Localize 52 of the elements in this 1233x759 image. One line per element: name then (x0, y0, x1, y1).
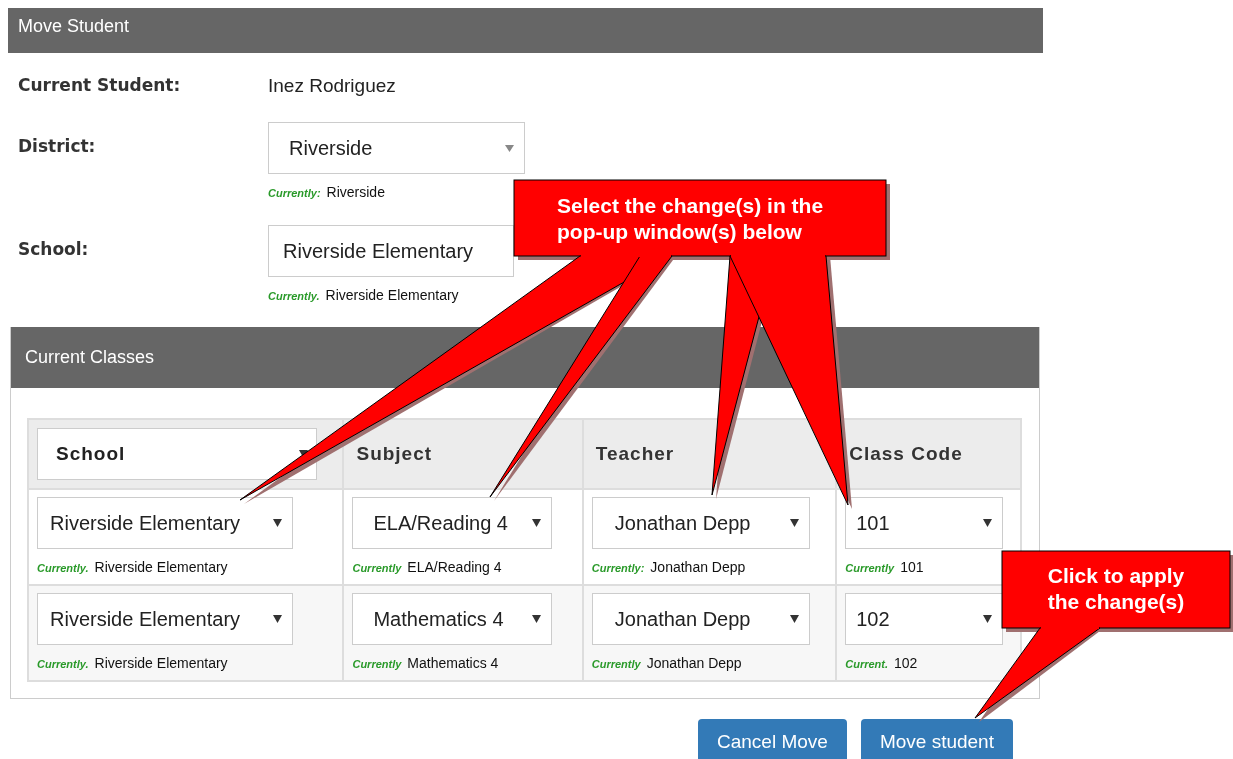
action-button[interactable]: Cancel Move (698, 719, 847, 759)
caret-icon (789, 519, 799, 527)
caret-icon (983, 519, 993, 527)
caret-icon (273, 519, 282, 527)
caret-icon (273, 615, 282, 623)
field-label: District: (18, 135, 97, 156)
select-field[interactable]: 102 (845, 593, 1004, 645)
currently-label: Currently (352, 658, 402, 670)
currently-label: Currently: (591, 562, 645, 574)
field-label: Current Student: (18, 75, 182, 95)
select-field[interactable]: Riverside Elementary (268, 225, 514, 277)
caret-icon (532, 519, 542, 527)
select-field[interactable]: Jonathan Depp (591, 593, 810, 645)
callout-text: Select the change(s) in the pop-up window(s) below (557, 193, 824, 245)
current-value: ELA/Reading 4 (407, 559, 502, 575)
callout-text: Click to apply the change(s) (1046, 563, 1186, 615)
field-label: School: (18, 238, 90, 259)
current-value: 101 (900, 559, 924, 575)
currently-label: Currently (845, 562, 895, 574)
current-value: 102 (894, 655, 918, 671)
currently-label: Currently: (268, 187, 321, 199)
column-header: Class Code (849, 443, 963, 464)
currently-label: Currently (352, 562, 402, 574)
current-value: Jonathan Depp (646, 655, 742, 671)
select-field[interactable]: Riverside (268, 122, 525, 174)
current-value: Riverside Elementary (94, 559, 228, 575)
current-value: Riverside Elementary (325, 287, 459, 303)
currently-label: Current. (845, 658, 888, 670)
column-header: Teacher (595, 443, 675, 464)
current-value: Jonathan Depp (650, 559, 746, 575)
select-field[interactable]: Jonathan Depp (591, 497, 810, 549)
caret-icon (505, 144, 514, 152)
column-header: Subject (356, 443, 433, 464)
current-value: Riverside (326, 184, 385, 200)
select-field[interactable]: ELA/Reading 4 (352, 497, 553, 549)
caret-icon (983, 615, 993, 623)
currently-label: Currently (591, 658, 641, 670)
select-field[interactable]: 101 (845, 497, 1004, 549)
current-value: Mathematics 4 (407, 655, 499, 671)
select-field[interactable]: Riverside Elementary (37, 497, 293, 549)
select-field[interactable]: Mathematics 4 (352, 593, 553, 645)
currently-label: Currently. (268, 290, 320, 302)
select-field[interactable]: Riverside Elementary (37, 593, 293, 645)
caret-icon (789, 615, 799, 623)
panel-header: Move Student (8, 8, 1043, 53)
column-filter[interactable]: School (37, 428, 317, 480)
currently-label: Currently. (37, 562, 89, 574)
action-button[interactable]: Move student (860, 719, 1013, 759)
current-value: Riverside Elementary (94, 655, 228, 671)
student-name: Inez Rodriguez (268, 75, 396, 96)
caret-icon (532, 615, 542, 623)
currently-label: Currently. (37, 658, 89, 670)
